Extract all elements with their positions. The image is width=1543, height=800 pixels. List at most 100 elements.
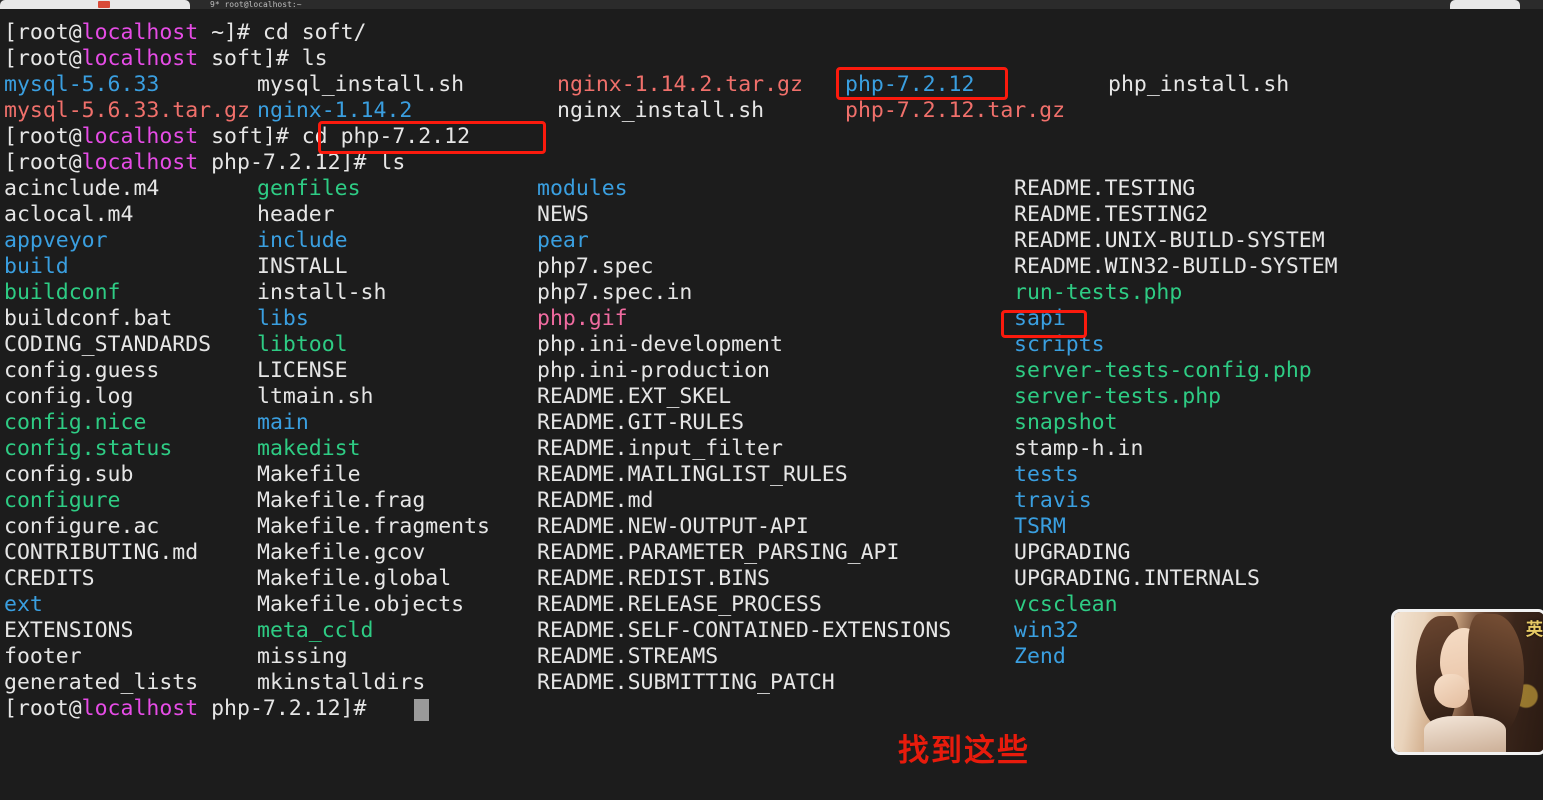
file-entry[interactable]: config.log	[4, 384, 133, 410]
file-entry[interactable]: ltmain.sh	[257, 384, 374, 410]
file-entry[interactable]: README.EXT_SKEL	[537, 384, 731, 410]
terminal-window[interactable]: [root@localhost ~]# cd soft/ [root@local…	[0, 9, 1543, 800]
file-entry[interactable]: EXTENSIONS	[4, 618, 133, 644]
file-entry[interactable]: stamp-h.in	[1014, 436, 1143, 462]
file-entry[interactable]: README.SUBMITTING_PATCH	[537, 670, 835, 696]
file-entry[interactable]: NEWS	[537, 202, 589, 228]
terminal-line-prompt-0: [root@localhost ~]# cd soft/	[4, 20, 366, 46]
file-entry[interactable]: README.NEW-OUTPUT-API	[537, 514, 809, 540]
file-entry[interactable]: genfiles	[257, 176, 361, 202]
file-entry[interactable]: install-sh	[257, 280, 386, 306]
file-entry[interactable]: build	[4, 254, 69, 280]
file-entry[interactable]: Makefile.frag	[257, 488, 425, 514]
file-entry[interactable]: UPGRADING	[1014, 540, 1131, 566]
file-entry[interactable]: Makefile.global	[257, 566, 451, 592]
file-entry[interactable]: Makefile.fragments	[257, 514, 490, 540]
soft-file-nginx-install[interactable]: nginx_install.sh	[557, 98, 764, 124]
file-entry[interactable]: README.MAILINGLIST_RULES	[537, 462, 848, 488]
file-entry[interactable]: README.input_filter	[537, 436, 783, 462]
file-entry[interactable]: makedist	[257, 436, 361, 462]
file-entry[interactable]: tests	[1014, 462, 1079, 488]
file-entry[interactable]: appveyor	[4, 228, 108, 254]
file-entry[interactable]: config.sub	[4, 462, 133, 488]
file-entry[interactable]: include	[257, 228, 348, 254]
prompt-host: localhost	[81, 46, 199, 71]
file-entry[interactable]: TSRM	[1014, 514, 1066, 540]
file-entry[interactable]: header	[257, 202, 335, 228]
file-entry[interactable]: configure	[4, 488, 121, 514]
file-entry[interactable]: Makefile.gcov	[257, 540, 425, 566]
file-entry[interactable]: README.GIT-RULES	[537, 410, 744, 436]
browser-tab-active[interactable]	[0, 0, 190, 9]
file-entry[interactable]: win32	[1014, 618, 1079, 644]
file-entry[interactable]: CREDITS	[4, 566, 95, 592]
tab-title: 9* root@localhost:~	[210, 0, 302, 9]
file-entry[interactable]: Makefile.objects	[257, 592, 464, 618]
file-entry[interactable]: README.REDIST.BINS	[537, 566, 770, 592]
file-entry[interactable]: php7.spec.in	[537, 280, 692, 306]
file-entry[interactable]: sapi	[1014, 306, 1066, 332]
file-entry[interactable]: server-tests.php	[1014, 384, 1221, 410]
file-entry[interactable]: scripts	[1014, 332, 1105, 358]
file-entry[interactable]: CODING_STANDARDS	[4, 332, 211, 358]
file-entry[interactable]: pear	[537, 228, 589, 254]
file-entry[interactable]: vcsclean	[1014, 592, 1118, 618]
file-entry[interactable]: ext	[4, 592, 43, 618]
file-entry[interactable]: README.PARAMETER_PARSING_API	[537, 540, 899, 566]
file-entry[interactable]: Makefile	[257, 462, 361, 488]
file-entry[interactable]: modules	[537, 176, 628, 202]
soft-file-mysql-install[interactable]: mysql_install.sh	[257, 72, 464, 98]
soft-file-php-dir[interactable]: php-7.2.12	[845, 72, 974, 98]
soft-file-nginx-tar[interactable]: nginx-1.14.2.tar.gz	[557, 72, 803, 98]
file-entry[interactable]: meta_ccld	[257, 618, 374, 644]
soft-file-nginx-dir[interactable]: nginx-1.14.2	[257, 98, 412, 124]
soft-file-mysql-tar[interactable]: mysql-5.6.33.tar.gz	[4, 98, 250, 124]
file-entry[interactable]: LICENSE	[257, 358, 348, 384]
terminal-cursor	[414, 699, 429, 721]
file-entry[interactable]: config.guess	[4, 358, 159, 384]
file-entry[interactable]: generated_lists	[4, 670, 198, 696]
file-entry[interactable]: aclocal.m4	[4, 202, 133, 228]
file-entry[interactable]: acinclude.m4	[4, 176, 159, 202]
file-entry[interactable]: README.RELEASE_PROCESS	[537, 592, 822, 618]
file-entry[interactable]: server-tests-config.php	[1014, 358, 1312, 384]
file-entry[interactable]: README.TESTING	[1014, 176, 1195, 202]
prompt-suffix: soft]#	[198, 124, 302, 149]
file-entry[interactable]: config.nice	[4, 410, 146, 436]
soft-file-php-install[interactable]: php_install.sh	[1108, 72, 1289, 98]
file-entry[interactable]: README.UNIX-BUILD-SYSTEM	[1014, 228, 1325, 254]
file-entry[interactable]: php7.spec	[537, 254, 654, 280]
watermark-hand	[1434, 674, 1468, 708]
file-entry[interactable]: configure.ac	[4, 514, 159, 540]
file-entry[interactable]: libtool	[257, 332, 348, 358]
file-entry[interactable]: README.SELF-CONTAINED-EXTENSIONS	[537, 618, 951, 644]
browser-tab-bar[interactable]: 9* root@localhost:~	[0, 0, 1543, 9]
watermark-photo: 英	[1391, 609, 1543, 755]
file-entry[interactable]: README.TESTING2	[1014, 202, 1208, 228]
file-entry[interactable]: buildconf	[4, 280, 121, 306]
file-entry[interactable]: README.STREAMS	[537, 644, 718, 670]
file-entry[interactable]: php.ini-production	[537, 358, 770, 384]
file-entry[interactable]: footer	[4, 644, 82, 670]
file-entry[interactable]: main	[257, 410, 309, 436]
soft-file-php-tar[interactable]: php-7.2.12.tar.gz	[845, 98, 1065, 124]
file-entry[interactable]: php.ini-development	[537, 332, 783, 358]
file-entry[interactable]: libs	[257, 306, 309, 332]
file-entry[interactable]: README.WIN32-BUILD-SYSTEM	[1014, 254, 1338, 280]
file-entry[interactable]: INSTALL	[257, 254, 348, 280]
file-entry[interactable]: missing	[257, 644, 348, 670]
file-entry[interactable]: mkinstalldirs	[257, 670, 425, 696]
file-entry[interactable]: snapshot	[1014, 410, 1118, 436]
file-entry[interactable]: php.gif	[537, 306, 628, 332]
file-entry[interactable]: buildconf.bat	[4, 306, 172, 332]
soft-file-mysql-dir[interactable]: mysql-5.6.33	[4, 72, 159, 98]
file-entry[interactable]: UPGRADING.INTERNALS	[1014, 566, 1260, 592]
file-entry[interactable]: Zend	[1014, 644, 1066, 670]
file-entry[interactable]: travis	[1014, 488, 1092, 514]
prompt-suffix: php-7.2.12]#	[198, 150, 380, 175]
file-entry[interactable]: run-tests.php	[1014, 280, 1182, 306]
file-entry[interactable]: CONTRIBUTING.md	[4, 540, 198, 566]
file-entry[interactable]: README.md	[537, 488, 654, 514]
file-entry[interactable]: config.status	[4, 436, 172, 462]
browser-tab-new[interactable]	[1450, 0, 1520, 9]
